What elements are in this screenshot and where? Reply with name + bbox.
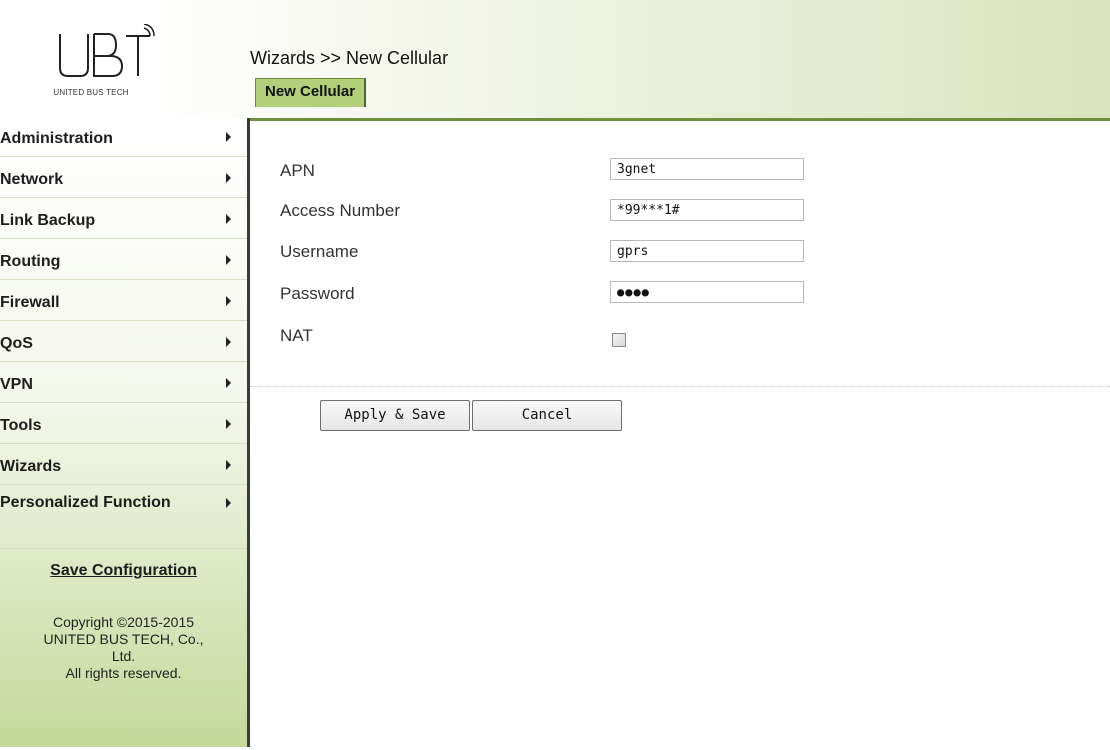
sidebar-item-vpn[interactable]: VPN <box>0 364 247 403</box>
access-number-input[interactable] <box>610 199 804 221</box>
sidebar-item-label: Personalized Function <box>0 494 171 511</box>
username-label: Username <box>280 242 359 261</box>
sidebar-item-tools[interactable]: Tools <box>0 405 247 444</box>
username-input[interactable] <box>610 240 804 262</box>
apply-save-button[interactable]: Apply & Save <box>320 400 470 431</box>
cancel-button[interactable]: Cancel <box>472 400 622 431</box>
sidebar-item-personalized-function[interactable]: Personalized Function <box>0 487 247 549</box>
submenu-arrow-icon <box>226 337 231 347</box>
page-title: Wizards >> New Cellular <box>250 48 449 68</box>
apn-label: APN <box>280 161 315 180</box>
sidebar-item-wizards[interactable]: Wizards <box>0 446 247 485</box>
sidebar-item-label: VPN <box>0 376 33 393</box>
sidebar-item-qos[interactable]: QoS <box>0 323 247 362</box>
submenu-arrow-icon <box>226 214 231 224</box>
sidebar-item-label: QoS <box>0 335 33 352</box>
sidebar-item-routing[interactable]: Routing <box>0 241 247 280</box>
sidebar-item-label: Tools <box>0 417 42 434</box>
copyright-line: Ltd. <box>111 648 136 664</box>
sidebar-item-link-backup[interactable]: Link Backup <box>0 200 247 239</box>
separator <box>250 386 1110 387</box>
submenu-arrow-icon <box>226 378 231 388</box>
sidebar-item-label: Firewall <box>0 294 60 311</box>
submenu-arrow-icon <box>226 132 231 142</box>
access-number-label: Access Number <box>280 201 400 220</box>
header-bar: UNITED BUS TECH Wizards >> New Cellular … <box>0 0 1110 118</box>
submenu-arrow-icon <box>226 460 231 470</box>
submenu-arrow-icon <box>226 255 231 265</box>
sidebar-item-label: Routing <box>0 253 61 270</box>
apn-input[interactable] <box>610 158 804 180</box>
copyright-line: All rights reserved. <box>65 665 182 681</box>
main-content: APN Access Number Username Password NAT … <box>250 118 1110 750</box>
copyright-text: Copyright ©2015-2015 UNITED BUS TECH, Co… <box>0 614 247 682</box>
sidebar-item-administration[interactable]: Administration <box>0 118 247 157</box>
sidebar: Administration Network Link Backup Routi… <box>0 118 247 747</box>
sidebar-item-network[interactable]: Network <box>0 159 247 198</box>
nat-checkbox[interactable] <box>612 333 626 347</box>
sidebar-item-label: Wizards <box>0 458 62 475</box>
nat-label: NAT <box>280 326 313 345</box>
sidebar-item-firewall[interactable]: Firewall <box>0 282 247 321</box>
password-label: Password <box>280 284 355 303</box>
submenu-arrow-icon <box>226 173 231 183</box>
sidebar-item-label: Network <box>0 171 64 188</box>
submenu-arrow-icon <box>226 419 231 429</box>
submenu-arrow-icon <box>226 498 231 508</box>
copyright-line: Copyright ©2015-2015 <box>52 614 195 630</box>
submenu-arrow-icon <box>226 296 231 306</box>
ubt-logo-icon <box>59 24 155 77</box>
password-input[interactable] <box>610 281 804 303</box>
sidebar-item-label: Link Backup <box>0 212 96 229</box>
tab-new-cellular[interactable]: New Cellular <box>255 78 367 107</box>
save-configuration-link[interactable]: Save Configuration <box>0 562 247 580</box>
company-name: UNITED BUS TECH <box>53 88 129 97</box>
sidebar-item-label: Administration <box>0 130 113 147</box>
copyright-line: UNITED BUS TECH, Co., <box>43 631 204 647</box>
